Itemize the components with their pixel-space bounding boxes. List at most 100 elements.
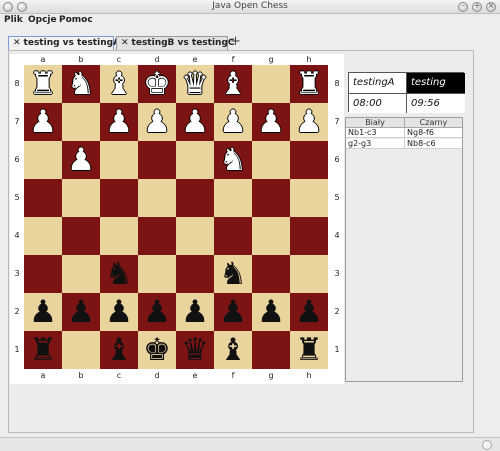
square-c2[interactable]: ♟ — [100, 293, 138, 331]
black-knight-icon[interactable]: ♞ — [214, 255, 252, 293]
close-button[interactable]: × — [486, 1, 496, 12]
black-rook-icon[interactable]: ♜ — [290, 331, 328, 369]
square-g1[interactable] — [252, 331, 290, 369]
square-a3[interactable] — [24, 255, 62, 293]
square-e1[interactable]: ♛ — [176, 331, 214, 369]
white-queen-icon[interactable]: ♛ — [176, 65, 214, 103]
white-rook-icon[interactable]: ♜ — [290, 65, 328, 103]
square-f7[interactable]: ♟ — [214, 103, 252, 141]
square-d1[interactable]: ♚ — [138, 331, 176, 369]
white-pawn-icon[interactable]: ♟ — [62, 141, 100, 179]
square-h8[interactable]: ♜ — [290, 65, 328, 103]
square-g5[interactable] — [252, 179, 290, 217]
new-tab-button[interactable]: + — [230, 34, 241, 49]
square-g4[interactable] — [252, 217, 290, 255]
column-header-white[interactable]: Biały — [346, 118, 404, 128]
maximize-button[interactable]: + — [472, 1, 482, 12]
square-c7[interactable]: ♟ — [100, 103, 138, 141]
white-rook-icon[interactable]: ♜ — [24, 65, 62, 103]
table-row[interactable]: g2-g3 Nb8-c6 — [346, 139, 462, 149]
square-g3[interactable] — [252, 255, 290, 293]
square-b7[interactable] — [62, 103, 100, 141]
square-f6[interactable]: ♞ — [214, 141, 252, 179]
white-pawn-icon[interactable]: ♟ — [24, 103, 62, 141]
square-d7[interactable]: ♟ — [138, 103, 176, 141]
square-a4[interactable] — [24, 217, 62, 255]
square-e2[interactable]: ♟ — [176, 293, 214, 331]
white-knight-icon[interactable]: ♞ — [214, 141, 252, 179]
square-h4[interactable] — [290, 217, 328, 255]
square-h1[interactable]: ♜ — [290, 331, 328, 369]
black-rook-icon[interactable]: ♜ — [24, 331, 62, 369]
square-d5[interactable] — [138, 179, 176, 217]
white-bishop-icon[interactable]: ♝ — [214, 65, 252, 103]
square-c4[interactable] — [100, 217, 138, 255]
menu-plik[interactable]: Plik — [4, 15, 23, 25]
column-header-black[interactable]: Czarny — [404, 118, 462, 128]
square-e7[interactable]: ♟ — [176, 103, 214, 141]
square-h5[interactable] — [290, 179, 328, 217]
square-d3[interactable] — [138, 255, 176, 293]
square-b1[interactable] — [62, 331, 100, 369]
square-c5[interactable] — [100, 179, 138, 217]
tab-game-1[interactable]: ✕ testing vs testingA — [8, 36, 120, 50]
white-king-icon[interactable]: ♚ — [138, 65, 176, 103]
square-a7[interactable]: ♟ — [24, 103, 62, 141]
square-h2[interactable]: ♟ — [290, 293, 328, 331]
white-pawn-icon[interactable]: ♟ — [100, 103, 138, 141]
black-king-icon[interactable]: ♚ — [138, 331, 176, 369]
square-f1[interactable]: ♝ — [214, 331, 252, 369]
black-pawn-icon[interactable]: ♟ — [100, 293, 138, 331]
square-b6[interactable]: ♟ — [62, 141, 100, 179]
white-bishop-icon[interactable]: ♝ — [100, 65, 138, 103]
menu-pomoc[interactable]: Pomoc — [59, 15, 93, 25]
square-h3[interactable] — [290, 255, 328, 293]
white-pawn-icon[interactable]: ♟ — [252, 103, 290, 141]
square-c3[interactable]: ♞ — [100, 255, 138, 293]
square-b3[interactable] — [62, 255, 100, 293]
square-f4[interactable] — [214, 217, 252, 255]
square-e8[interactable]: ♛ — [176, 65, 214, 103]
square-a2[interactable]: ♟ — [24, 293, 62, 331]
square-e4[interactable] — [176, 217, 214, 255]
black-pawn-icon[interactable]: ♟ — [176, 293, 214, 331]
moves-table[interactable]: Biały Czarny Nb1-c3 Ng8-f6 g2-g3 Nb8-c6 — [345, 117, 463, 382]
black-pawn-icon[interactable]: ♟ — [138, 293, 176, 331]
black-pawn-icon[interactable]: ♟ — [62, 293, 100, 331]
tab-game-2[interactable]: ✕ testingB vs testingC — [116, 36, 235, 50]
square-d8[interactable]: ♚ — [138, 65, 176, 103]
black-pawn-icon[interactable]: ♟ — [24, 293, 62, 331]
square-c1[interactable]: ♝ — [100, 331, 138, 369]
square-b5[interactable] — [62, 179, 100, 217]
black-pawn-icon[interactable]: ♟ — [214, 293, 252, 331]
menu-opcje[interactable]: Opcje — [28, 15, 57, 25]
resize-grip-icon[interactable] — [482, 440, 492, 450]
table-row[interactable]: Nb1-c3 Ng8-f6 — [346, 128, 462, 138]
close-tab-icon[interactable]: ✕ — [121, 38, 129, 48]
white-pawn-icon[interactable]: ♟ — [176, 103, 214, 141]
black-knight-icon[interactable]: ♞ — [100, 255, 138, 293]
chess-board[interactable]: a a b b c c d d e e f f g g h h 8 8 7 7 6 6 5 5 4 4 3 3 2 2 1 1 ♜ ♞ ♝ ♚ ♛ ♝ ♜ ♟… — [10, 54, 344, 384]
square-f3[interactable]: ♞ — [214, 255, 252, 293]
white-pawn-icon[interactable]: ♟ — [290, 103, 328, 141]
close-tab-icon[interactable]: ✕ — [13, 38, 21, 48]
square-e3[interactable] — [176, 255, 214, 293]
black-bishop-icon[interactable]: ♝ — [214, 331, 252, 369]
square-h6[interactable] — [290, 141, 328, 179]
square-g8[interactable] — [252, 65, 290, 103]
square-a1[interactable]: ♜ — [24, 331, 62, 369]
square-c6[interactable] — [100, 141, 138, 179]
black-queen-icon[interactable]: ♛ — [176, 331, 214, 369]
square-f8[interactable]: ♝ — [214, 65, 252, 103]
black-bishop-icon[interactable]: ♝ — [100, 331, 138, 369]
square-g2[interactable]: ♟ — [252, 293, 290, 331]
square-g7[interactable]: ♟ — [252, 103, 290, 141]
square-e6[interactable] — [176, 141, 214, 179]
square-b2[interactable]: ♟ — [62, 293, 100, 331]
square-e5[interactable] — [176, 179, 214, 217]
square-a6[interactable] — [24, 141, 62, 179]
square-a5[interactable] — [24, 179, 62, 217]
square-a8[interactable]: ♜ — [24, 65, 62, 103]
square-f5[interactable] — [214, 179, 252, 217]
square-d4[interactable] — [138, 217, 176, 255]
